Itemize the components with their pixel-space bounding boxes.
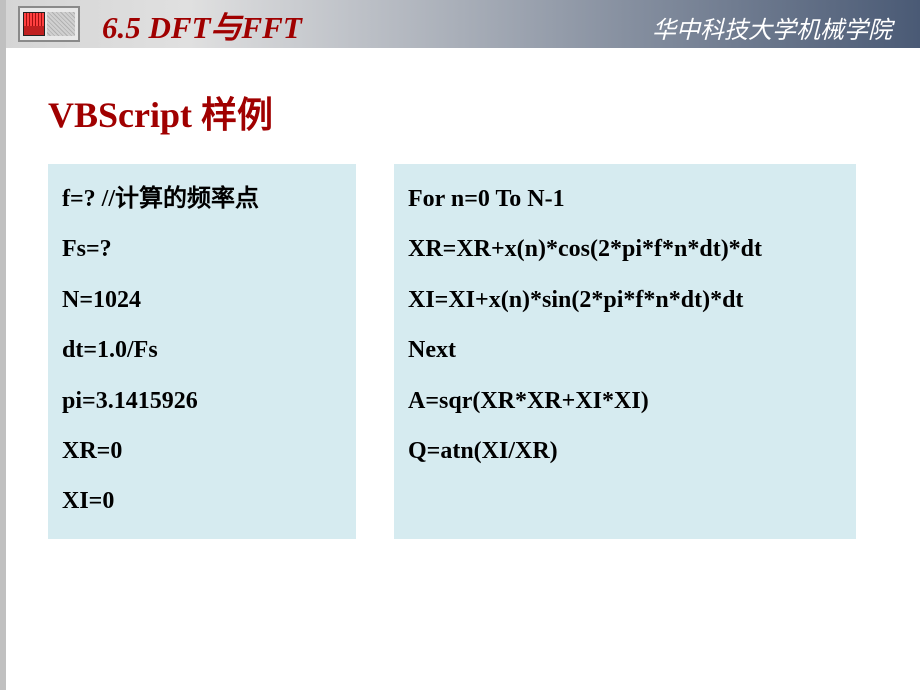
code-columns: f=? //计算的频率点 Fs=? N=1024 dt=1.0/Fs pi=3.… xyxy=(48,164,878,539)
code-line: A=sqr(XR*XR+XI*XI) xyxy=(408,376,842,426)
code-block-right: For n=0 To N-1 XR=XR+x(n)*cos(2*pi*f*n*d… xyxy=(394,164,856,539)
section-title: VBScript 样例 xyxy=(48,86,878,138)
code-line: XR=0 xyxy=(62,426,342,476)
institution-name: 华中科技大学机械学院 xyxy=(652,10,892,45)
code-line: XR=XR+x(n)*cos(2*pi*f*n*dt)*dt xyxy=(408,224,842,274)
code-line: Next xyxy=(408,325,842,375)
code-line: pi=3.1415926 xyxy=(62,376,342,426)
code-line: Q=atn(XI/XR) xyxy=(408,426,842,476)
code-line: f=? //计算的频率点 xyxy=(62,174,342,224)
code-line: Fs=? xyxy=(62,224,342,274)
logo-screen-icon xyxy=(23,12,45,36)
slide-header: 6.5 DFT与FFT 华中科技大学机械学院 xyxy=(6,0,920,48)
logo-waveform-icon xyxy=(24,13,44,26)
slide-left-border xyxy=(0,0,6,690)
code-line: N=1024 xyxy=(62,275,342,325)
instrument-logo-icon xyxy=(18,6,80,42)
logo-controls-icon xyxy=(47,12,75,36)
code-line: For n=0 To N-1 xyxy=(408,174,842,224)
chapter-title: 6.5 DFT与FFT xyxy=(102,2,302,47)
code-line: dt=1.0/Fs xyxy=(62,325,342,375)
code-line: XI=0 xyxy=(62,476,342,526)
code-line: XI=XI+x(n)*sin(2*pi*f*n*dt)*dt xyxy=(408,275,842,325)
slide-content: VBScript 样例 f=? //计算的频率点 Fs=? N=1024 dt=… xyxy=(0,48,920,559)
slide: 6.5 DFT与FFT 华中科技大学机械学院 VBScript 样例 f=? /… xyxy=(0,0,920,690)
code-block-left: f=? //计算的频率点 Fs=? N=1024 dt=1.0/Fs pi=3.… xyxy=(48,164,356,539)
